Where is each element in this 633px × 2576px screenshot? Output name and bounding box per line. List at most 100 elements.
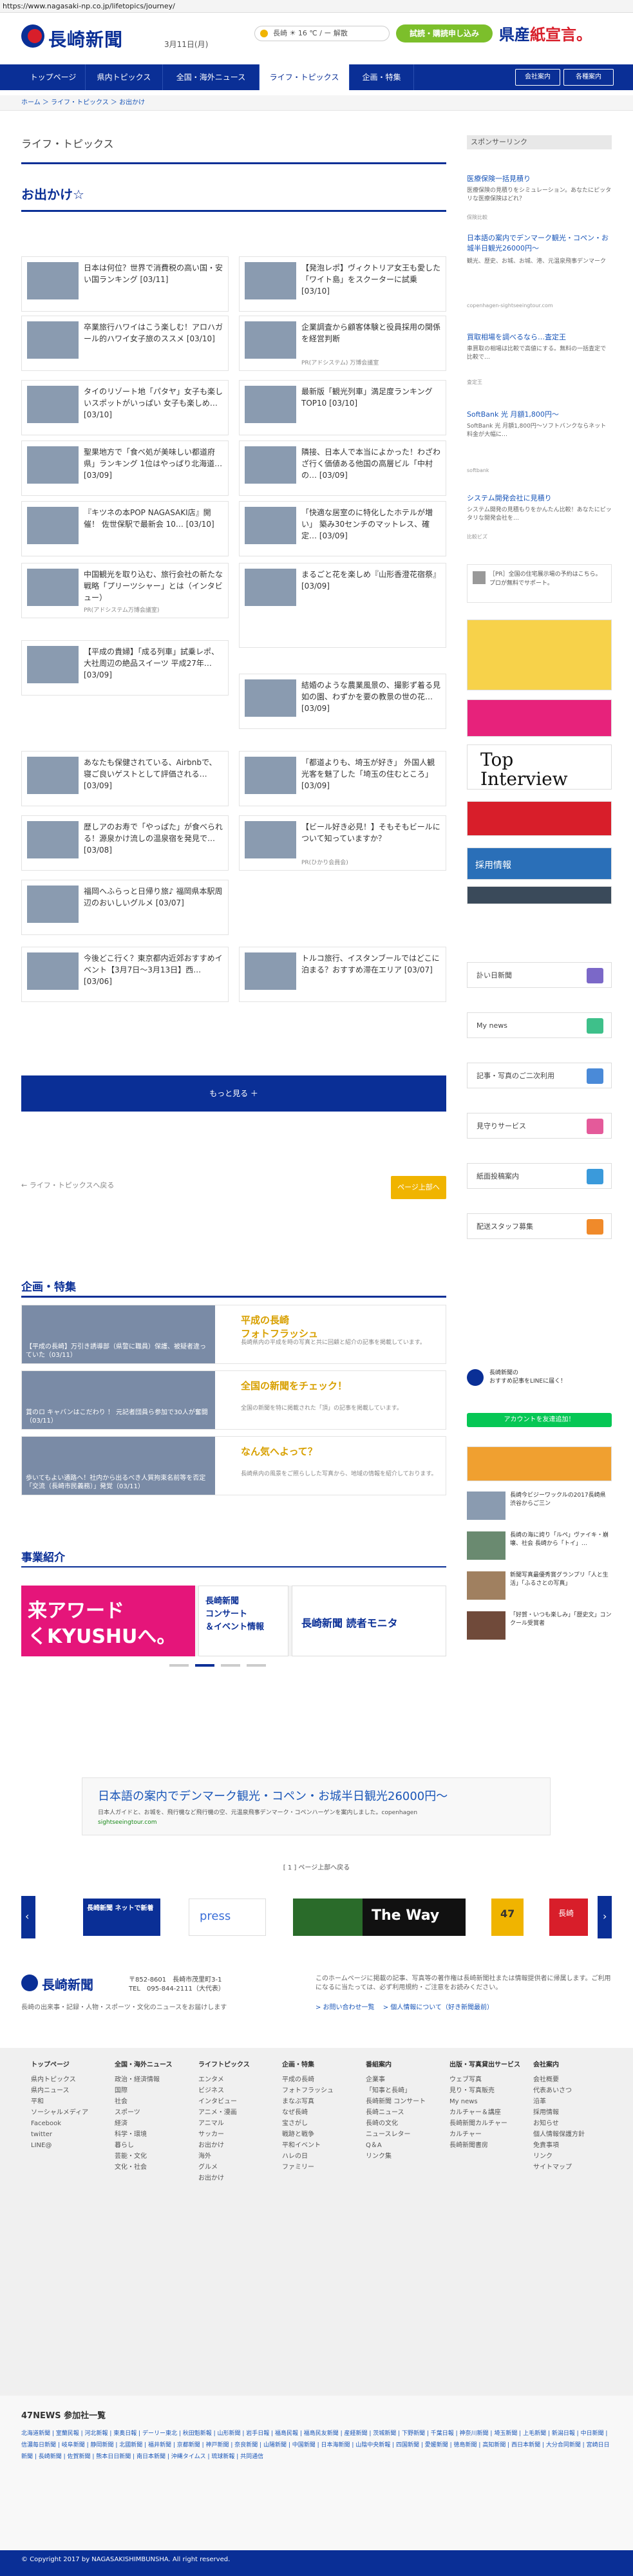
sidebar-recruit[interactable]: 採用情報 [467, 848, 612, 880]
sitemap-link[interactable]: エンタメ [198, 2074, 250, 2085]
sitemap-link[interactable]: 個人情報保護方針 [533, 2129, 585, 2140]
sidebar-banner-waiting[interactable] [467, 1446, 612, 1481]
sidebar-thumb[interactable] [467, 1611, 505, 1640]
header-banner[interactable]: 県産紙宣言。 [499, 22, 615, 45]
article-card[interactable]: 最新版「観光列車」満足度ランキングTOP10 [03/10] [239, 380, 446, 435]
sitemap-link[interactable]: 代表あいさつ [533, 2085, 585, 2096]
sitemap-link[interactable]: 文化・社会 [115, 2162, 173, 2173]
slide-concert[interactable]: 長崎新聞 コンサート ＆イベント情報 [198, 1586, 288, 1656]
sponsor-ad-title[interactable]: 買取相場を調べるなら…査定王 [467, 332, 612, 343]
article-card[interactable]: 隣接、日本人で本当によかった！わざわざ行く価値ある他国の高層ビル「中村の… [0… [239, 440, 446, 496]
company-info-link[interactable]: 会社案内 [515, 69, 560, 86]
sitemap-link[interactable]: お知らせ [533, 2118, 585, 2129]
slide-reader-monitor[interactable]: 長崎新聞 読者モニタ [292, 1586, 446, 1656]
article-card[interactable]: 日本は何位？世界で消費税の高い国・安い国ランキング [03/11] [21, 256, 229, 312]
sitemap-link[interactable]: 県内ニュース [31, 2085, 88, 2096]
nav-top[interactable]: トップページ [21, 64, 86, 90]
article-card[interactable]: トルコ旅行、イスタンブールではどこに泊まる？おすすめ滞在エリア [03/07] [239, 947, 446, 1002]
sitemap-link[interactable]: 政治・経済情報 [115, 2074, 173, 2085]
sitemap-link[interactable]: 「知事と長崎」 [366, 2085, 426, 2096]
sidebar-thumb-text[interactable]: 新聞写真最優秀賞グランプリ「人と生活」「ふるさとの写真」 [510, 1571, 612, 1588]
banner-ad[interactable]: 日本語の案内でデンマーク観光・コペン・お城半日観光26000円〜 日本人ガイドと… [82, 1777, 551, 1835]
sitemap-link[interactable]: 長崎の文化 [366, 2118, 426, 2129]
page-top-button[interactable]: ページ上部へ [391, 1176, 446, 1199]
partner-logo[interactable]: 長崎新聞 ネットで新着 [83, 1899, 160, 1936]
sitemap-link[interactable]: 平和 [31, 2096, 88, 2107]
sitemap-link[interactable]: 海外 [198, 2151, 250, 2162]
delivery-staff-button[interactable]: 配送スタッフ募集 [467, 1213, 612, 1239]
article-card[interactable]: まるごと花を楽しめ『山形香澄花宿祭』 [03/09] [239, 563, 446, 648]
sidebar-banner-campaign[interactable] [467, 699, 612, 737]
article-card[interactable]: あなたも保健されている、Airbnbで、寝ご良いゲストとして評価される… [03… [21, 751, 229, 806]
slider-dot-active[interactable] [195, 1664, 214, 1667]
sitemap-link[interactable]: 宝さがし [282, 2118, 334, 2129]
carousel-next-icon[interactable]: › [598, 1896, 612, 1938]
sitemap-link[interactable]: サイトマップ [533, 2162, 585, 2173]
article-card[interactable]: 卒業旅行ハワイはこう楽しむ！アロハガール的ハワイ女子旅のススメ [03/10] [21, 316, 229, 371]
sitemap-link[interactable]: ファミリー [282, 2162, 334, 2173]
business-slider[interactable]: 来アワード くKYUSHUへ。 長崎新聞 コンサート ＆イベント情報 長崎新聞 … [21, 1586, 446, 1656]
sitemap-heading[interactable]: トップページ [31, 2060, 88, 2070]
sitemap-link[interactable]: 経済 [115, 2118, 173, 2129]
article-card[interactable]: タイのリゾート地「パタヤ」女子も楽しいスポットがいっぱい 女子も楽しめ… [03… [21, 380, 229, 435]
article-card[interactable]: 結婚のような農業風景の、撮影ず着る見如の園、わずかを要の教景の世の花… [03/… [239, 674, 446, 729]
sidebar-thumb[interactable] [467, 1571, 505, 1600]
news47-links[interactable]: 北海道新聞 | 室蘭民報 | 河北新報 | 東奥日報 | デーリー東北 | 秋田… [21, 2428, 612, 2463]
sitemap-heading[interactable]: 会社案内 [533, 2060, 585, 2070]
ads-info-link[interactable]: 各種案内 [563, 69, 614, 86]
sidebar-banner-web[interactable] [467, 886, 612, 904]
sitemap-link[interactable]: 平和イベント [282, 2140, 334, 2151]
trial-subscribe-button[interactable]: 試読・購読申し込み [396, 24, 493, 43]
sitemap-link[interactable]: お出かけ [198, 2173, 250, 2184]
article-card[interactable]: 聖果地方で「食べ処が美味しい都道府県」ランキング 1位はやっぱり北海道… [03… [21, 440, 229, 496]
pr-note[interactable]: ［PR］全国の住宅展示場の予約はこちら。プロが無料でサポート。 [467, 564, 612, 603]
sidebar-thumb[interactable] [467, 1492, 505, 1520]
sitemap-link[interactable]: 芸能・文化 [115, 2151, 173, 2162]
article-card[interactable]: 【発泡レポ】ヴィクトリア女王も愛した「ワイト島」をスクーターに試乗 [03/10… [239, 256, 446, 312]
sitemap-link[interactable]: 長崎新聞書房 [449, 2140, 520, 2151]
article-card[interactable]: 中国観光を取り込む、旅行会社の新たな戦略「プリーツシャー」とは（インタビュー） … [21, 563, 229, 618]
sidebar-thumb[interactable] [467, 1531, 505, 1560]
article-card[interactable]: 【ビール好き必見！】そもそもビールについて知っていますか？ PR(ひかり会員会) [239, 815, 446, 871]
sidebar-thumb-text[interactable]: 「好賀・いつも楽しみ」「歴史文」コンクール受賞者 [510, 1611, 612, 1628]
slide-award[interactable]: 来アワード くKYUSHUへ。 [21, 1586, 195, 1656]
sitemap-heading[interactable]: 出版・写真貸出サービス [449, 2060, 520, 2070]
carousel-prev-icon[interactable]: ‹ [21, 1896, 35, 1938]
sitemap-link[interactable]: twitter [31, 2129, 88, 2140]
sitemap-link[interactable]: カルチャー [449, 2129, 520, 2140]
load-more-button[interactable]: もっと見る ＋ [21, 1075, 446, 1112]
sitemap-link[interactable]: 企業事 [366, 2074, 426, 2085]
sitemap-link[interactable]: 沿革 [533, 2096, 585, 2107]
sidebar-banner-kyushu[interactable] [467, 801, 612, 836]
photo-reuse-button[interactable]: 記事・写真のご二次利用 [467, 1063, 612, 1088]
partner-logo[interactable] [293, 1899, 370, 1936]
project-item[interactable]: 賞のロ キャバンはこだわり ！ 元記者団員ら参加で30人が奮闘（03/11） 全… [21, 1370, 446, 1430]
article-card[interactable]: 「都道よりも、埼玉が好き」 外国人観光客を魅了した「埼玉の住むところ」 [03/… [239, 751, 446, 806]
sitemap-heading[interactable]: 番組案内 [366, 2060, 426, 2070]
sitemap-link[interactable]: アニマル [198, 2118, 250, 2129]
sitemap-heading[interactable]: ライフトピックス [198, 2060, 250, 2070]
sitemap-link[interactable]: カルチャー＆講座 [449, 2107, 520, 2118]
slider-dot[interactable] [247, 1664, 266, 1667]
sitemap-link[interactable]: ハレの日 [282, 2151, 334, 2162]
paper-submission-button[interactable]: 紙面投稿案内 [467, 1163, 612, 1189]
partner-logo[interactable]: 長崎 [549, 1899, 588, 1936]
sponsor-ad-title[interactable]: システム開発会社に見積り [467, 493, 612, 504]
sitemap-link[interactable]: 長崎ニュース [366, 2107, 426, 2118]
back-to-section-link[interactable]: ← ライフ・トピックスへ戻る [21, 1180, 114, 1190]
sitemap-link[interactable]: LINE@ [31, 2140, 88, 2151]
sitemap-link[interactable]: 平成の長崎 [282, 2074, 334, 2085]
project-item[interactable]: 【平成の長崎】万引き誘導部（県警に職員）保護、被疑者違っていた（03/11） 平… [21, 1305, 446, 1364]
sitemap-heading[interactable]: 企画・特集 [282, 2060, 334, 2070]
sitemap-link[interactable]: Facebook [31, 2118, 88, 2129]
slider-dot[interactable] [221, 1664, 240, 1667]
watch-service-button[interactable]: 見守りサービス [467, 1113, 612, 1139]
sponsor-ad-title[interactable]: 日本語の案内でデンマーク観光・コペン・お城半日観光26000円〜 [467, 233, 612, 254]
article-card[interactable]: 今後どこ行く？東京都内近郊おすすめイベント【3月7日～3月13日】西… [03/… [21, 947, 229, 1002]
sitemap-link[interactable]: 県内トピックス [31, 2074, 88, 2085]
site-logo[interactable]: 長崎新聞 [21, 24, 150, 50]
sitemap-link[interactable]: 国際 [115, 2085, 173, 2096]
partner-logo[interactable]: press [189, 1899, 266, 1936]
sitemap-link[interactable]: ソーシャルメディア [31, 2107, 88, 2118]
sitemap-link[interactable]: ビジネス [198, 2085, 250, 2096]
